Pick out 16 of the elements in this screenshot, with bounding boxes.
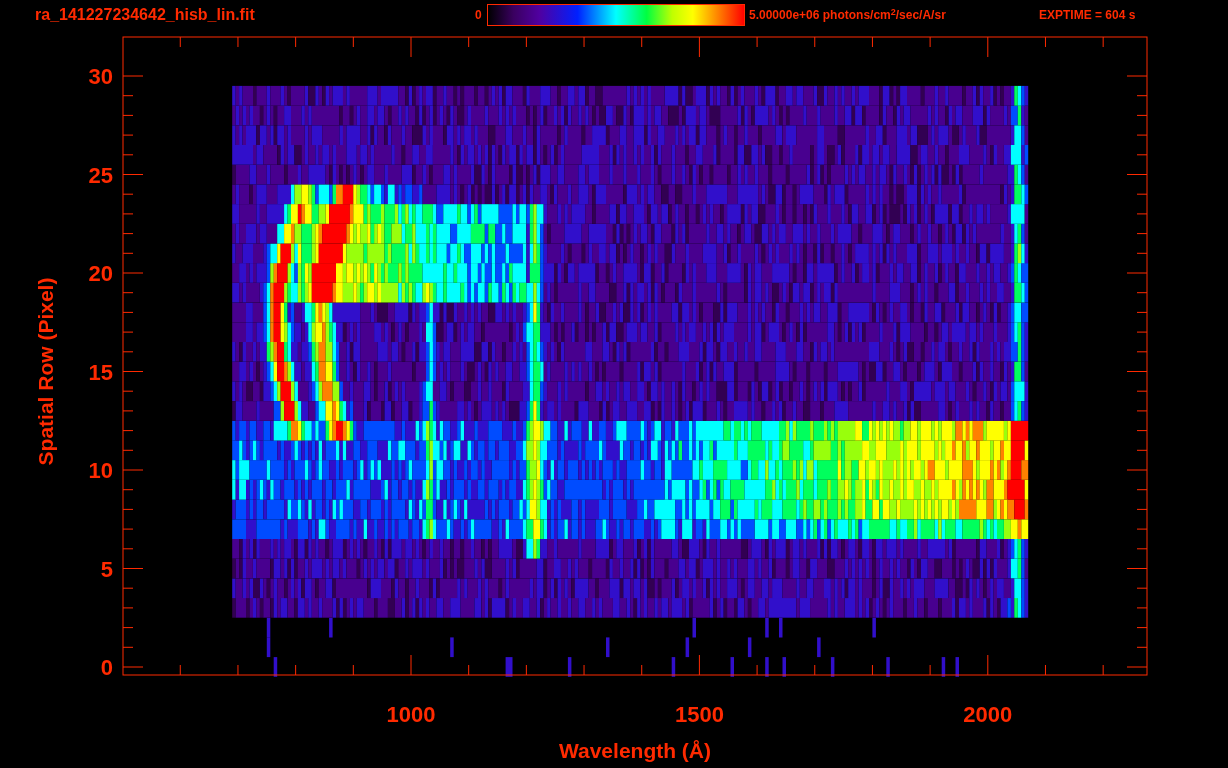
colorbar-max-label: 5.00000e+06 photons/cm$^{2}$/sec/A/sr — [749, 6, 947, 24]
y-tick-label: 30 — [88, 64, 113, 89]
y-tick-label: 25 — [88, 162, 113, 188]
y-tick-label: 0 — [100, 655, 113, 680]
colorbar-min-label: 0 — [475, 7, 483, 24]
exposure-time-label: EXPTIME = 604 s — [1039, 7, 1136, 24]
x-tick-label: 2000 — [963, 702, 1013, 727]
y-tick-label: 20 — [88, 261, 113, 286]
y-axis-label: Spatial Row (Pixel) — [34, 277, 57, 466]
y-tick-label: 10 — [88, 458, 113, 483]
y-tick-label: 15 — [88, 359, 113, 385]
y-tick-label: 5 — [100, 556, 113, 582]
x-tick-label: 1500 — [674, 702, 724, 727]
file-name-title: ra_141227234642_hisb_lin.fit — [35, 5, 256, 25]
x-tick-label: 1000 — [386, 702, 436, 727]
x-axis-label: Wavelength (Å) — [558, 739, 712, 762]
